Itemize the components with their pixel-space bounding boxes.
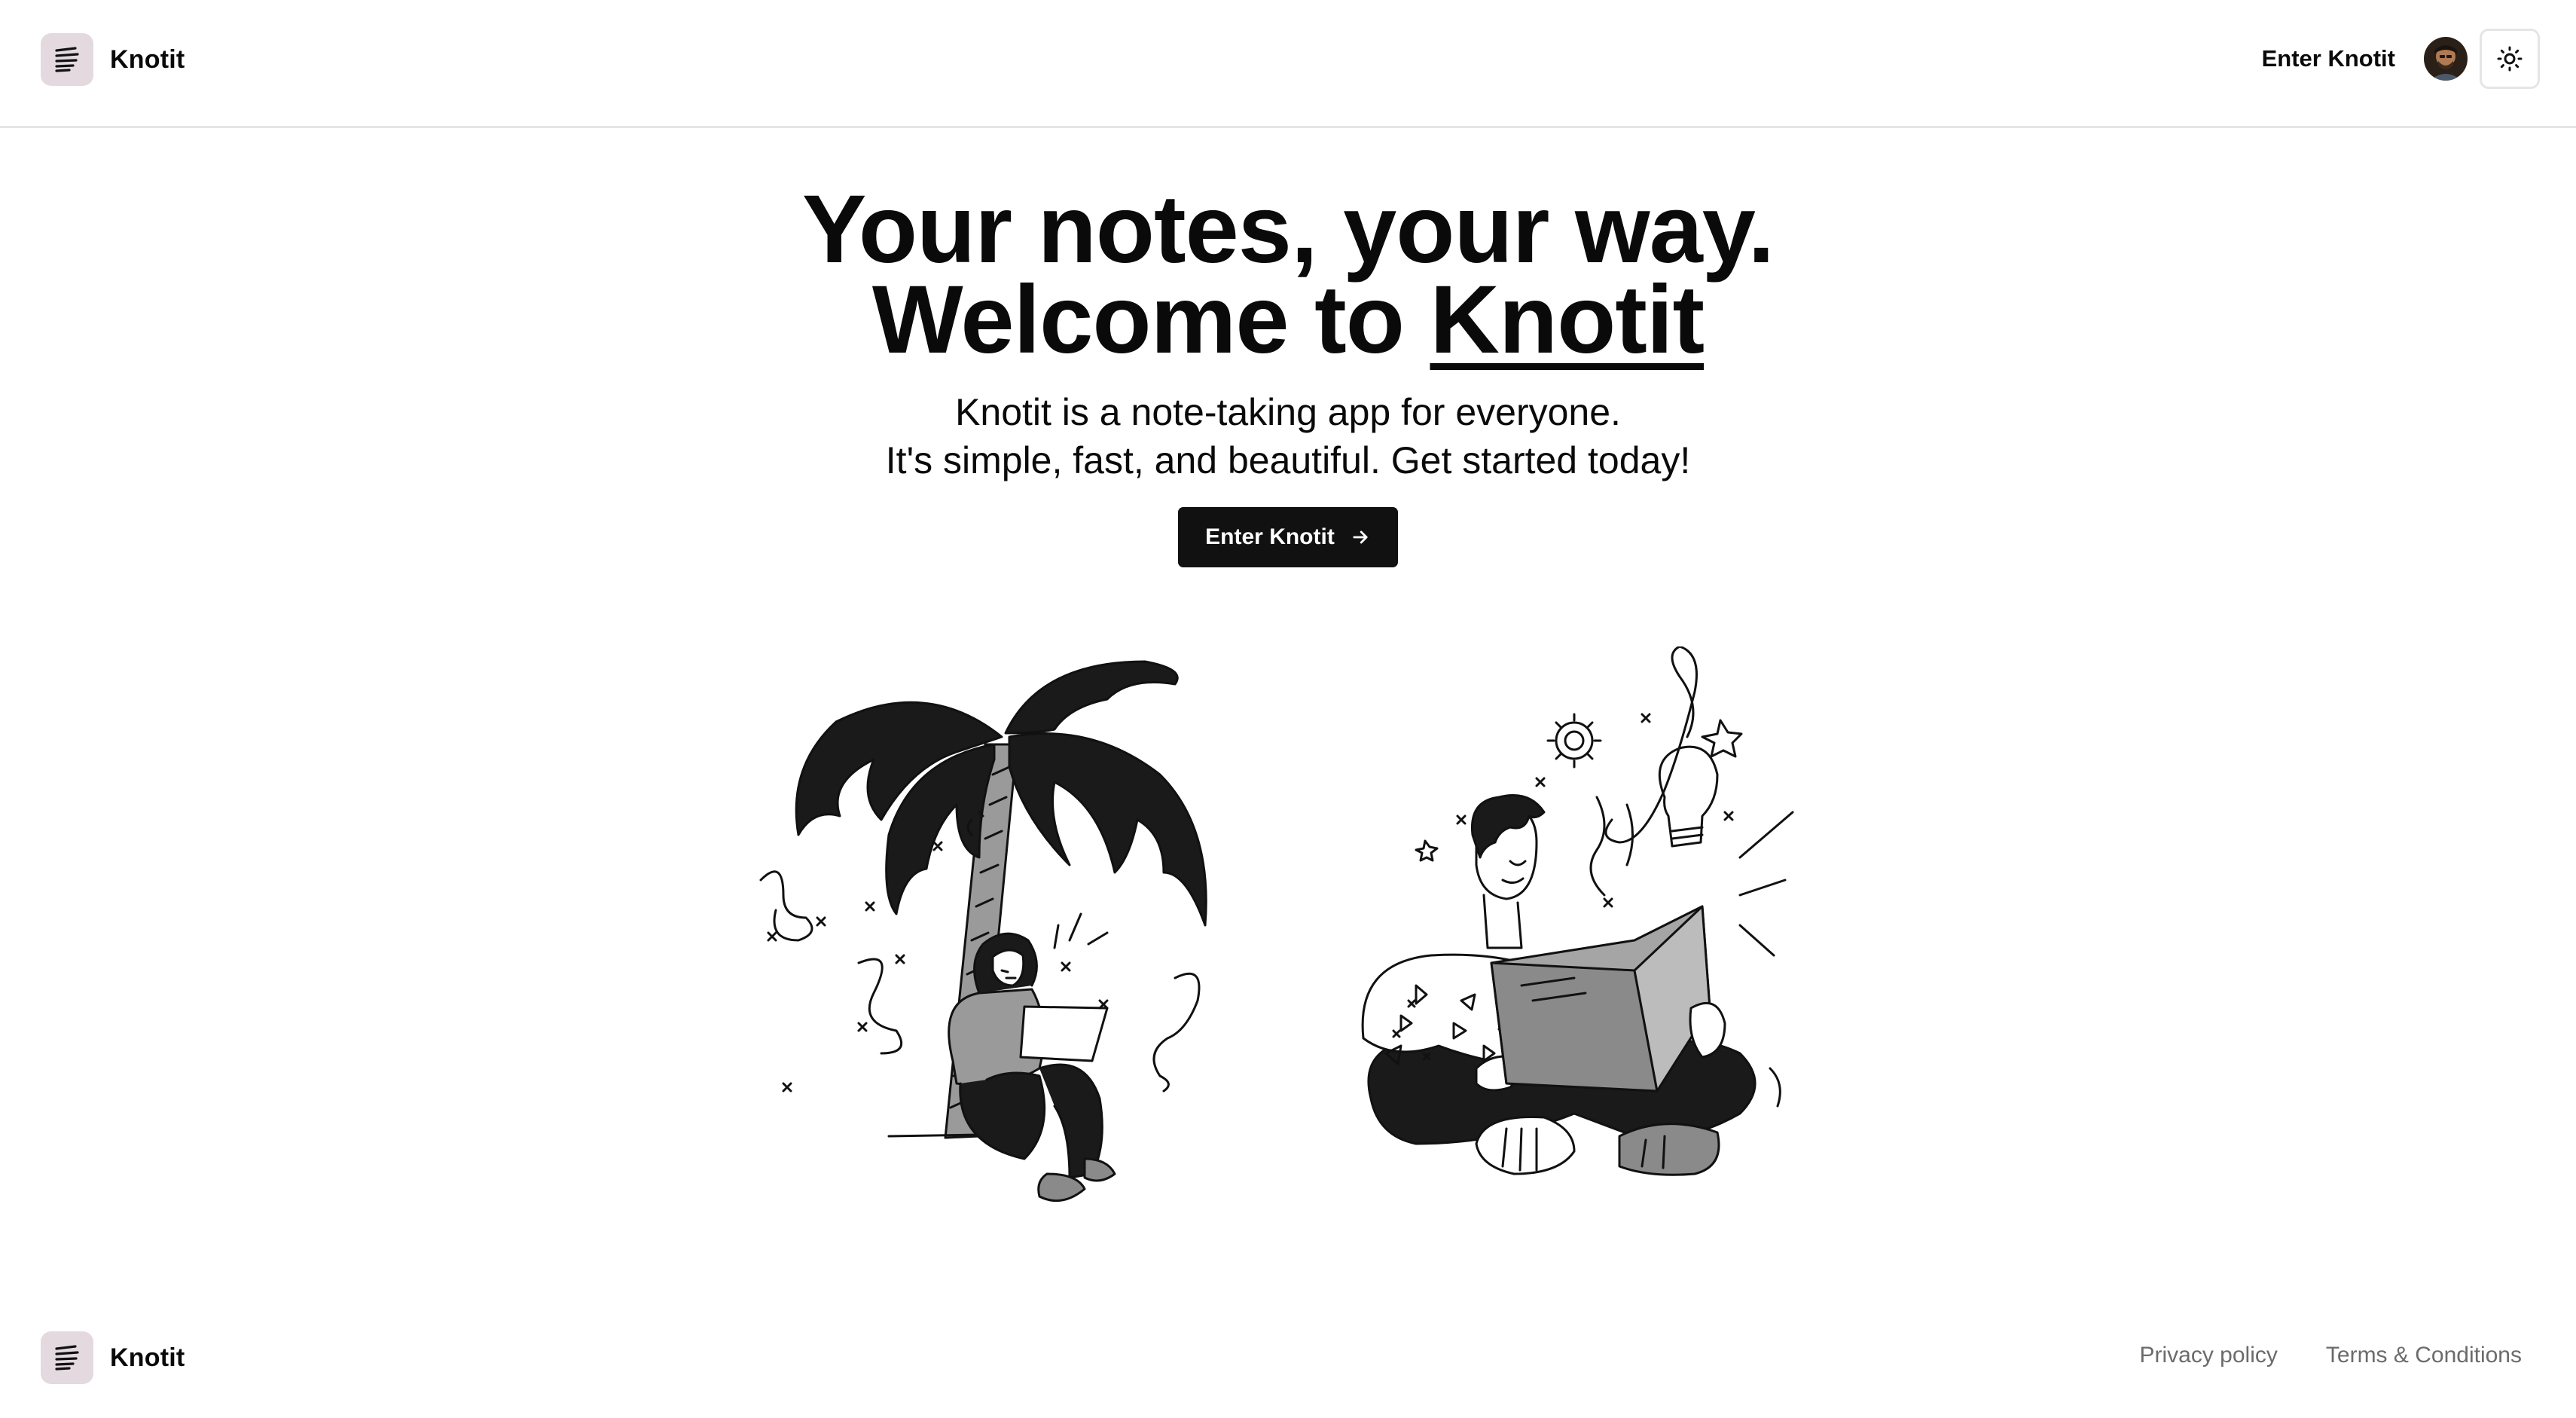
palm-tree-reader-illustration xyxy=(753,646,1220,1219)
book-reader-illustration xyxy=(1348,645,1830,1219)
cta-label: Enter Knotit xyxy=(1205,524,1335,549)
header-actions: Enter Knotit xyxy=(2262,26,2540,92)
brand-name: Knotit xyxy=(110,44,185,74)
hero-title-prefix: Welcome to xyxy=(871,266,1430,374)
privacy-policy-link[interactable]: Privacy policy xyxy=(2140,1343,2278,1368)
enter-knotit-button[interactable]: Enter Knotit xyxy=(1178,507,1398,567)
user-avatar[interactable] xyxy=(2424,37,2468,81)
arrow-right-icon xyxy=(1353,530,1368,544)
lines-logo-icon xyxy=(41,33,93,86)
brand-home-link[interactable]: Knotit xyxy=(41,33,185,86)
terms-conditions-link[interactable]: Terms & Conditions xyxy=(2326,1343,2522,1368)
hero-section: Your notes, your way. Welcome to Knotit … xyxy=(0,182,2576,567)
footer-brand-name: Knotit xyxy=(110,1343,185,1372)
hero-subtitle: Knotit is a note-taking app for everyone… xyxy=(0,388,2576,484)
sun-icon xyxy=(2497,46,2523,72)
footer-brand[interactable]: Knotit xyxy=(41,1331,185,1384)
hero-title-brand: Knotit xyxy=(1430,266,1705,374)
hero-subtitle-line2: It's simple, fast, and beautiful. Get st… xyxy=(885,439,1691,481)
enter-knotit-link[interactable]: Enter Knotit xyxy=(2262,45,2395,72)
footer-links: Privacy policy Terms & Conditions xyxy=(2140,1343,2523,1368)
theme-toggle-button[interactable] xyxy=(2480,29,2540,89)
lines-logo-icon xyxy=(41,1331,93,1384)
hero-title: Your notes, your way. Welcome to Knotit xyxy=(0,182,2576,368)
top-navbar: Knotit Enter Knotit xyxy=(0,0,2576,128)
hero-subtitle-line1: Knotit is a note-taking app for everyone… xyxy=(955,391,1621,433)
